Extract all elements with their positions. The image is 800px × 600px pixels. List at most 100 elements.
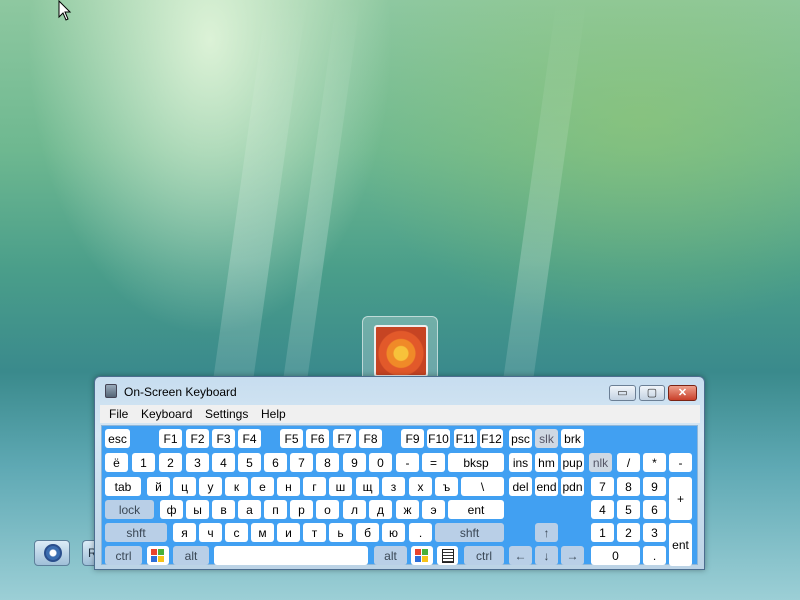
key-f2[interactable]: F2 [186, 429, 209, 448]
key-f3[interactable]: F3 [212, 429, 235, 448]
key-cyr-29[interactable]: т [303, 523, 326, 542]
key-numpad-4[interactable]: 4 [591, 500, 614, 519]
key-yo[interactable]: ё [105, 453, 128, 472]
key-esc[interactable]: esc [105, 429, 130, 448]
key-cyr-15[interactable]: в [212, 500, 235, 519]
key-f10[interactable]: F10 [427, 429, 450, 448]
key-cyr-19[interactable]: о [316, 500, 339, 519]
key-ins[interactable]: ins [509, 453, 532, 472]
key-left-shift[interactable]: shft [105, 523, 167, 542]
key-numpad-subtract[interactable]: - [669, 453, 692, 472]
key-del[interactable]: del [509, 477, 532, 496]
ease-of-access-button[interactable] [34, 540, 70, 566]
key-numpad-3[interactable]: 3 [643, 523, 666, 542]
key-cyr-10[interactable]: з [382, 477, 405, 496]
menu-help[interactable]: Help [261, 407, 286, 421]
key-f9[interactable]: F9 [401, 429, 424, 448]
key-f11[interactable]: F11 [454, 429, 477, 448]
close-button[interactable]: ✕ [668, 385, 697, 401]
key-caps-lock[interactable]: lock [105, 500, 154, 519]
key-2[interactable]: 2 [159, 453, 182, 472]
key-psc[interactable]: psc [509, 429, 532, 448]
key-right-alt[interactable]: alt [374, 546, 407, 565]
key-cyr-5[interactable]: е [251, 477, 274, 496]
key-home[interactable]: hm [535, 453, 558, 472]
key-cyr-11[interactable]: х [409, 477, 432, 496]
key-space[interactable] [214, 546, 368, 565]
key-cyr-18[interactable]: р [290, 500, 313, 519]
key-numpad-enter[interactable]: ent [669, 523, 692, 566]
menu-keyboard[interactable]: Keyboard [141, 407, 192, 421]
minimize-button[interactable]: ▭ [609, 385, 636, 401]
key-numpad-divide[interactable]: / [617, 453, 640, 472]
key-backspace[interactable]: bksp [448, 453, 504, 472]
title-bar[interactable]: On-Screen Keyboard ▭ ▢ ✕ [95, 377, 704, 403]
key-right-ctrl[interactable]: ctrl [464, 546, 504, 565]
key-numpad-multiply[interactable]: * [643, 453, 666, 472]
key-cyr-13[interactable]: ф [160, 500, 183, 519]
key-minus[interactable]: - [396, 453, 419, 472]
key-numpad-7[interactable]: 7 [591, 477, 614, 496]
user-account-tile[interactable] [362, 316, 438, 382]
key-f7[interactable]: F7 [333, 429, 356, 448]
key-numpad-8[interactable]: 8 [617, 477, 640, 496]
key-right-windows[interactable] [411, 546, 433, 565]
key-slk[interactable]: slk [535, 429, 558, 448]
key-cyr-1[interactable]: й [147, 477, 170, 496]
key-5[interactable]: 5 [238, 453, 261, 472]
key-0[interactable]: 0 [369, 453, 392, 472]
key-cyr-16[interactable]: а [238, 500, 261, 519]
key-arrow-right[interactable]: → [561, 546, 584, 565]
key-cyr-22[interactable]: ж [396, 500, 419, 519]
key-cyr-31[interactable]: б [356, 523, 379, 542]
key-cyr-2[interactable]: ц [173, 477, 196, 496]
key-cyr-27[interactable]: м [251, 523, 274, 542]
key-cyr-3[interactable]: у [199, 477, 222, 496]
key-3[interactable]: 3 [186, 453, 209, 472]
key-num-lock[interactable]: nlk [589, 453, 612, 472]
key-cyr-28[interactable]: и [277, 523, 300, 542]
key-cyr-9[interactable]: щ [356, 477, 379, 496]
key-cyr-21[interactable]: д [369, 500, 392, 519]
key-cyr-17[interactable]: п [264, 500, 287, 519]
key-cyr-24[interactable]: я [173, 523, 196, 542]
key-brk[interactable]: brk [561, 429, 584, 448]
key-numpad-2[interactable]: 2 [617, 523, 640, 542]
key-enter[interactable]: ent [448, 500, 504, 519]
key-page-down[interactable]: pdn [561, 477, 584, 496]
key-4[interactable]: 4 [212, 453, 235, 472]
key-tab[interactable]: tab [105, 477, 141, 496]
key-left-windows[interactable] [147, 546, 169, 565]
maximize-button[interactable]: ▢ [639, 385, 665, 401]
menu-file[interactable]: File [109, 407, 128, 421]
key-f1[interactable]: F1 [159, 429, 182, 448]
key-9[interactable]: 9 [343, 453, 366, 472]
key-cyr-7[interactable]: г [303, 477, 326, 496]
key-cyr-25[interactable]: ч [199, 523, 222, 542]
key-arrow-up[interactable]: ↑ [535, 523, 558, 542]
key-numpad-0[interactable]: 0 [591, 546, 640, 565]
key-cyr-30[interactable]: ь [329, 523, 352, 542]
key-7[interactable]: 7 [290, 453, 313, 472]
menu-settings[interactable]: Settings [205, 407, 248, 421]
key-numpad-9[interactable]: 9 [643, 477, 666, 496]
key-1[interactable]: 1 [132, 453, 155, 472]
key-end[interactable]: end [535, 477, 558, 496]
key-period[interactable]: . [409, 523, 432, 542]
key-numpad-5[interactable]: 5 [617, 500, 640, 519]
key-cyr-6[interactable]: н [277, 477, 300, 496]
key-cyr-12[interactable]: ъ [435, 477, 458, 496]
key-cyr-20[interactable]: л [343, 500, 366, 519]
key-f6[interactable]: F6 [306, 429, 329, 448]
key-6[interactable]: 6 [264, 453, 287, 472]
key-f4[interactable]: F4 [238, 429, 261, 448]
key-arrow-left[interactable]: ← [509, 546, 532, 565]
key-cyr-4[interactable]: к [225, 477, 248, 496]
key-numpad-decimal[interactable]: . [643, 546, 666, 565]
key-left-alt[interactable]: alt [173, 546, 209, 565]
key-left-ctrl[interactable]: ctrl [105, 546, 142, 565]
key-arrow-down[interactable]: ↓ [535, 546, 558, 565]
key-equals[interactable]: = [422, 453, 445, 472]
key-cyr-14[interactable]: ы [186, 500, 209, 519]
key-f5[interactable]: F5 [280, 429, 303, 448]
